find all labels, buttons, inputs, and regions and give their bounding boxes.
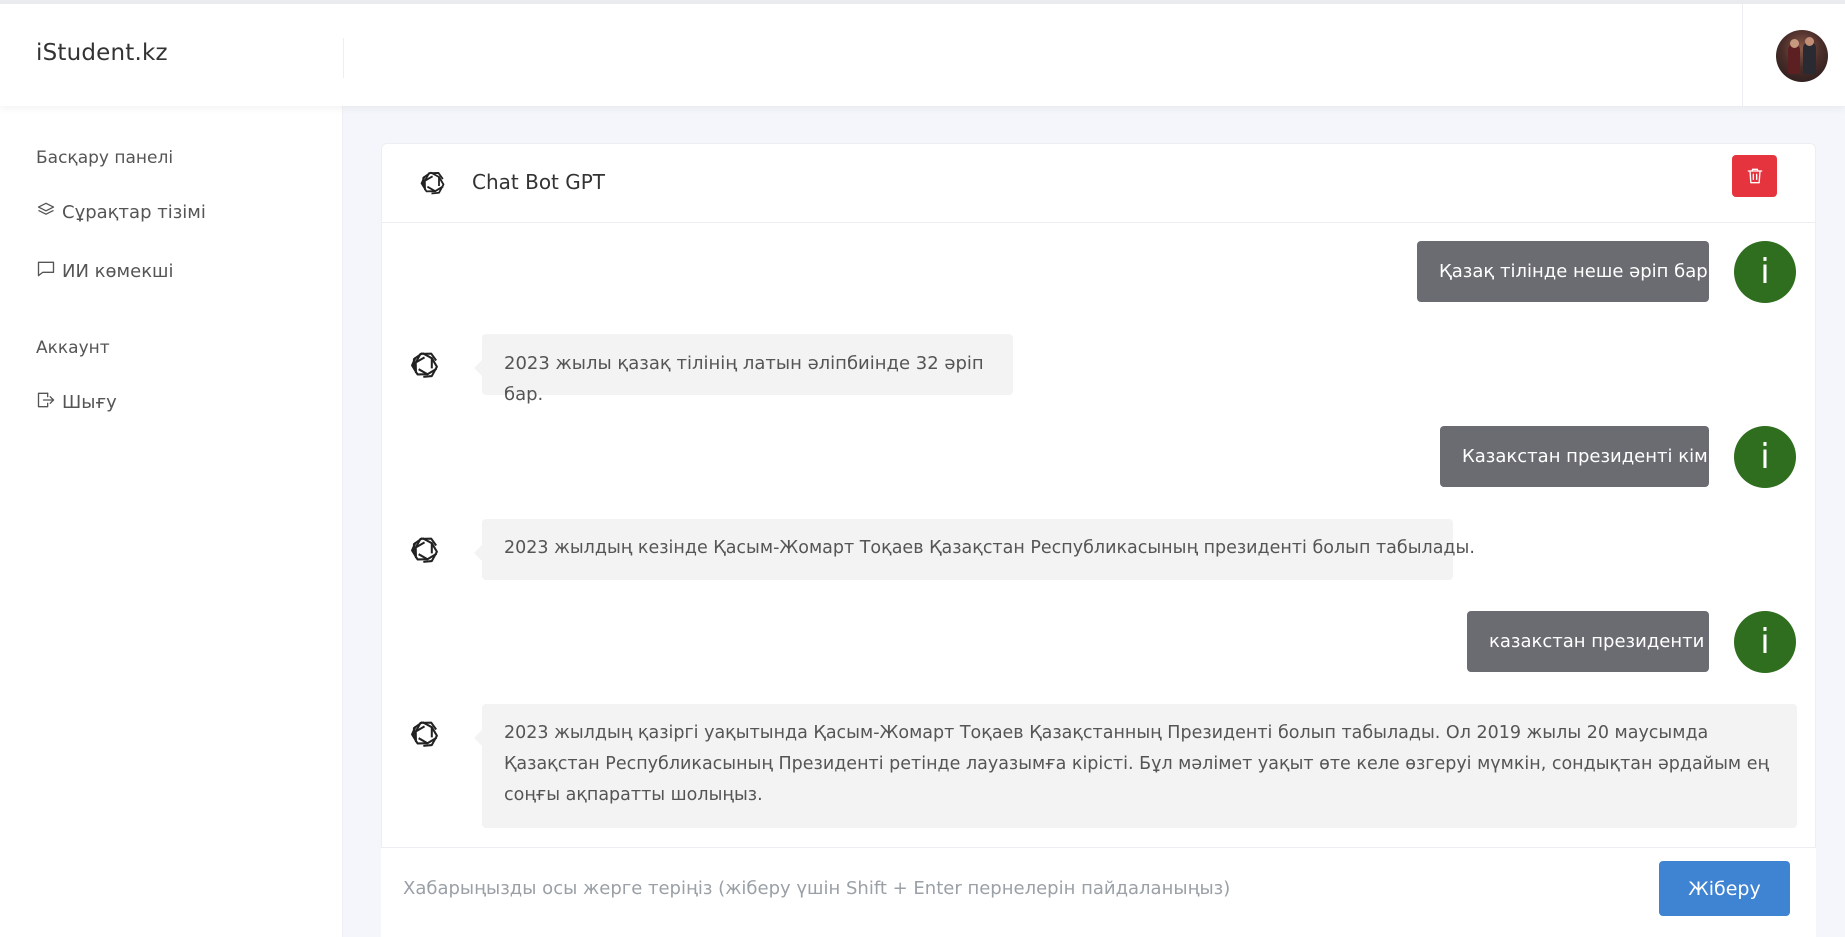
top-navbar: iStudent.kz: [0, 0, 1845, 106]
sidebar-item-label: Сұрақтар тізімі: [62, 202, 206, 223]
bot-message: 2023 жылдың қазіргі уақытында Қасым-Жома…: [474, 704, 1797, 828]
brand-logo[interactable]: iStudent.kz: [36, 40, 168, 66]
send-button[interactable]: Жіберу: [1659, 861, 1790, 916]
brand-divider: [343, 38, 344, 78]
avatar-divider: [1742, 4, 1743, 106]
chat-bubble-icon: [36, 259, 56, 284]
openai-icon: [411, 721, 438, 747]
chat-title: Chat Bot GPT: [472, 170, 606, 194]
openai-icon: [411, 352, 438, 378]
user-message: казакстан президенти: [1467, 611, 1709, 672]
user-message: Казакстан президенті кім: [1440, 426, 1709, 487]
logout-icon: [36, 390, 56, 415]
sidebar-item-label: ИИ көмекші: [62, 261, 174, 282]
bot-message: 2023 жылы қазақ тілінің латын әліпбиінде…: [474, 334, 1013, 405]
openai-icon: [420, 171, 445, 195]
message-composer: Жіберу: [381, 847, 1816, 937]
layers-icon: [36, 200, 56, 225]
user-profile-avatar[interactable]: [1776, 30, 1828, 82]
sidebar: Басқару панелі Сұрақтар тізімі ИИ көмекш…: [0, 106, 343, 937]
delete-chat-button[interactable]: [1732, 155, 1777, 197]
openai-icon: [411, 537, 438, 563]
sidebar-item-ai-assistant[interactable]: ИИ көмекші: [36, 259, 174, 284]
message-input[interactable]: [403, 868, 1453, 908]
user-avatar: i: [1734, 426, 1796, 488]
bot-message: 2023 жылдың кезінде Қасым-Жомарт Тоқаев …: [474, 519, 1475, 580]
sidebar-heading-account: Аккаунт: [36, 338, 110, 358]
sidebar-item-label: Шығу: [62, 392, 117, 413]
sidebar-item-logout[interactable]: Шығу: [36, 390, 117, 415]
trash-icon: [1747, 168, 1762, 184]
sidebar-item-questions[interactable]: Сұрақтар тізімі: [36, 200, 206, 225]
user-avatar: i: [1734, 241, 1796, 303]
sidebar-heading-dashboard: Басқару панелі: [36, 148, 174, 168]
user-message: Қазақ тілінде неше әріп бар: [1417, 241, 1709, 302]
chat-header: Chat Bot GPT: [382, 144, 1815, 223]
user-avatar: i: [1734, 611, 1796, 673]
